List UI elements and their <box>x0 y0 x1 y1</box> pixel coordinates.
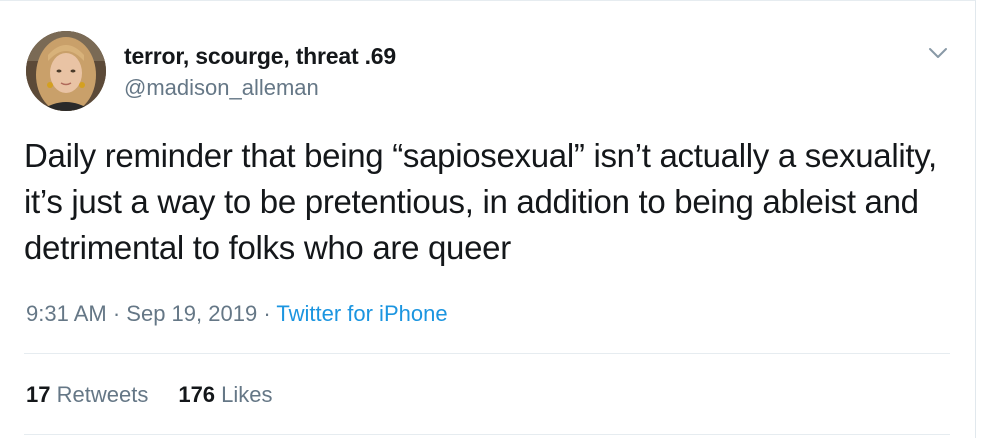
tweet-card: terror, scourge, threat .69 @madison_all… <box>0 0 976 438</box>
user-handle[interactable]: @madison_alleman <box>124 75 319 101</box>
likes-stat[interactable]: 176 Likes <box>178 382 272 408</box>
display-name[interactable]: terror, scourge, threat .69 <box>124 43 396 70</box>
retweets-label: Retweets <box>56 382 149 407</box>
tweet-time[interactable]: 9:31 AM <box>26 301 107 326</box>
tweet-text: Daily reminder that being “sapiosexual” … <box>24 137 937 266</box>
tweet-source-link[interactable]: Twitter for iPhone <box>276 301 447 326</box>
retweets-count: 17 <box>26 382 51 407</box>
likes-count: 176 <box>178 382 216 407</box>
likes-label: Likes <box>221 382 273 407</box>
profile-photo-icon <box>26 31 106 111</box>
chevron-down-icon[interactable] <box>926 41 950 65</box>
separator: · <box>112 301 121 326</box>
tweet-stats: 17 Retweets 176 Likes <box>26 382 273 408</box>
tweet-date[interactable]: Sep 19, 2019 <box>126 301 257 326</box>
divider <box>24 434 950 435</box>
tweet-metadata: 9:31 AM · Sep 19, 2019 · Twitter for iPh… <box>26 301 448 327</box>
divider <box>24 353 950 354</box>
retweets-stat[interactable]: 17 Retweets <box>26 382 148 408</box>
avatar[interactable] <box>26 31 106 111</box>
separator: · <box>263 301 271 326</box>
